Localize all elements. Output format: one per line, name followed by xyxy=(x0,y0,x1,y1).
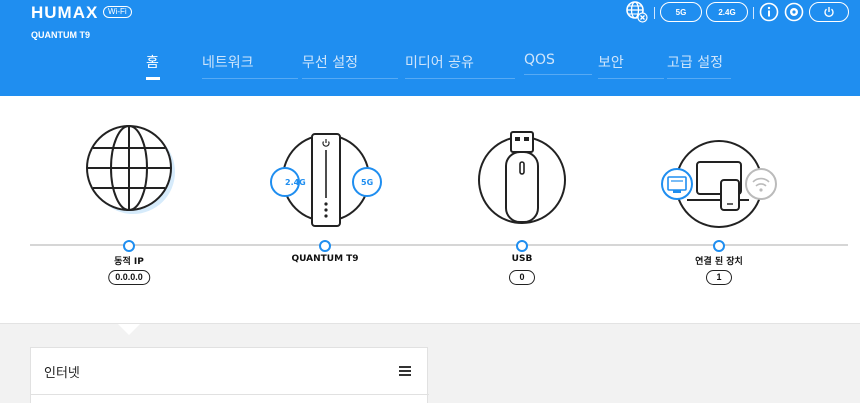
internet-node-dot xyxy=(123,240,135,252)
nav-tab-qos[interactable]: QOS xyxy=(524,52,592,75)
devices-node-dot xyxy=(713,240,725,252)
active-underline xyxy=(146,77,160,80)
internet-label: 동적 IP xyxy=(114,257,144,267)
router-label: QUANTUM T9 xyxy=(291,254,359,264)
header-bar: HUMAX Wi-Fi QUANTUM T9 5G 2.4G 홈 네트워크 무선… xyxy=(0,0,860,96)
icon-separator xyxy=(753,7,754,19)
info-icon[interactable] xyxy=(759,2,779,22)
nav-tab-label: 고급 설정 xyxy=(667,55,723,71)
usb-count-pill[interactable]: 0 xyxy=(509,270,535,285)
router-node-dot xyxy=(319,240,331,252)
connected-devices-icon[interactable] xyxy=(657,140,781,234)
nav-tab-label: 무선 설정 xyxy=(302,55,358,71)
panel-divider xyxy=(31,394,429,395)
settings-icon[interactable] xyxy=(784,2,804,22)
nav-tab-security[interactable]: 보안 xyxy=(598,52,664,79)
internet-ip-pill[interactable]: 0.0.0.0 xyxy=(108,270,150,285)
main-nav: 홈 네트워크 무선 설정 미디어 공유 QOS 보안 고급 설정 xyxy=(0,52,860,82)
band-5g-label: 5G xyxy=(361,178,374,187)
nav-tab-label: QOS xyxy=(524,52,555,68)
power-button[interactable] xyxy=(809,2,849,22)
network-topology: 동적 IP 0.0.0.0 2.4G 5G QUANTUM T9 USB 0 연… xyxy=(0,96,860,324)
icon-separator xyxy=(654,7,655,19)
nav-tab-label: 네트워크 xyxy=(202,55,254,71)
model-name: QUANTUM T9 xyxy=(31,30,90,40)
band-24g-button[interactable]: 2.4G xyxy=(706,2,748,22)
nav-tab-label: 보안 xyxy=(598,55,624,71)
usb-node-dot xyxy=(516,240,528,252)
nav-tab-network[interactable]: 네트워크 xyxy=(202,52,298,79)
panel-title: 인터넷 xyxy=(44,366,80,381)
nav-tab-advanced[interactable]: 고급 설정 xyxy=(667,52,731,79)
band-24g-label: 2.4G xyxy=(285,178,306,187)
internet-panel: 인터넷 xyxy=(30,347,429,403)
nav-tab-label: 미디어 공유 xyxy=(405,55,474,71)
active-pointer xyxy=(118,324,140,335)
top-icon-bar: 5G 2.4G xyxy=(620,1,860,24)
band-5g-button[interactable]: 5G xyxy=(660,2,702,22)
hamburger-menu-icon[interactable] xyxy=(399,366,411,376)
nav-tab-home[interactable]: 홈 xyxy=(146,52,160,80)
nav-tab-media-sharing[interactable]: 미디어 공유 xyxy=(405,52,515,79)
topology-line xyxy=(30,244,848,246)
power-icon xyxy=(824,7,834,18)
usb-label: USB xyxy=(511,254,533,264)
brand-logo: HUMAX xyxy=(31,3,99,22)
nav-tab-wireless[interactable]: 무선 설정 xyxy=(302,52,398,79)
devices-count-pill[interactable]: 1 xyxy=(706,270,732,285)
internet-globe-icon[interactable] xyxy=(84,124,180,220)
wifi-badge: Wi-Fi xyxy=(103,6,132,18)
usb-drive-icon[interactable] xyxy=(476,130,568,226)
nav-tab-label: 홈 xyxy=(146,55,159,71)
devices-label: 연결 된 장치 xyxy=(695,257,743,267)
globe-error-icon[interactable] xyxy=(626,1,648,23)
